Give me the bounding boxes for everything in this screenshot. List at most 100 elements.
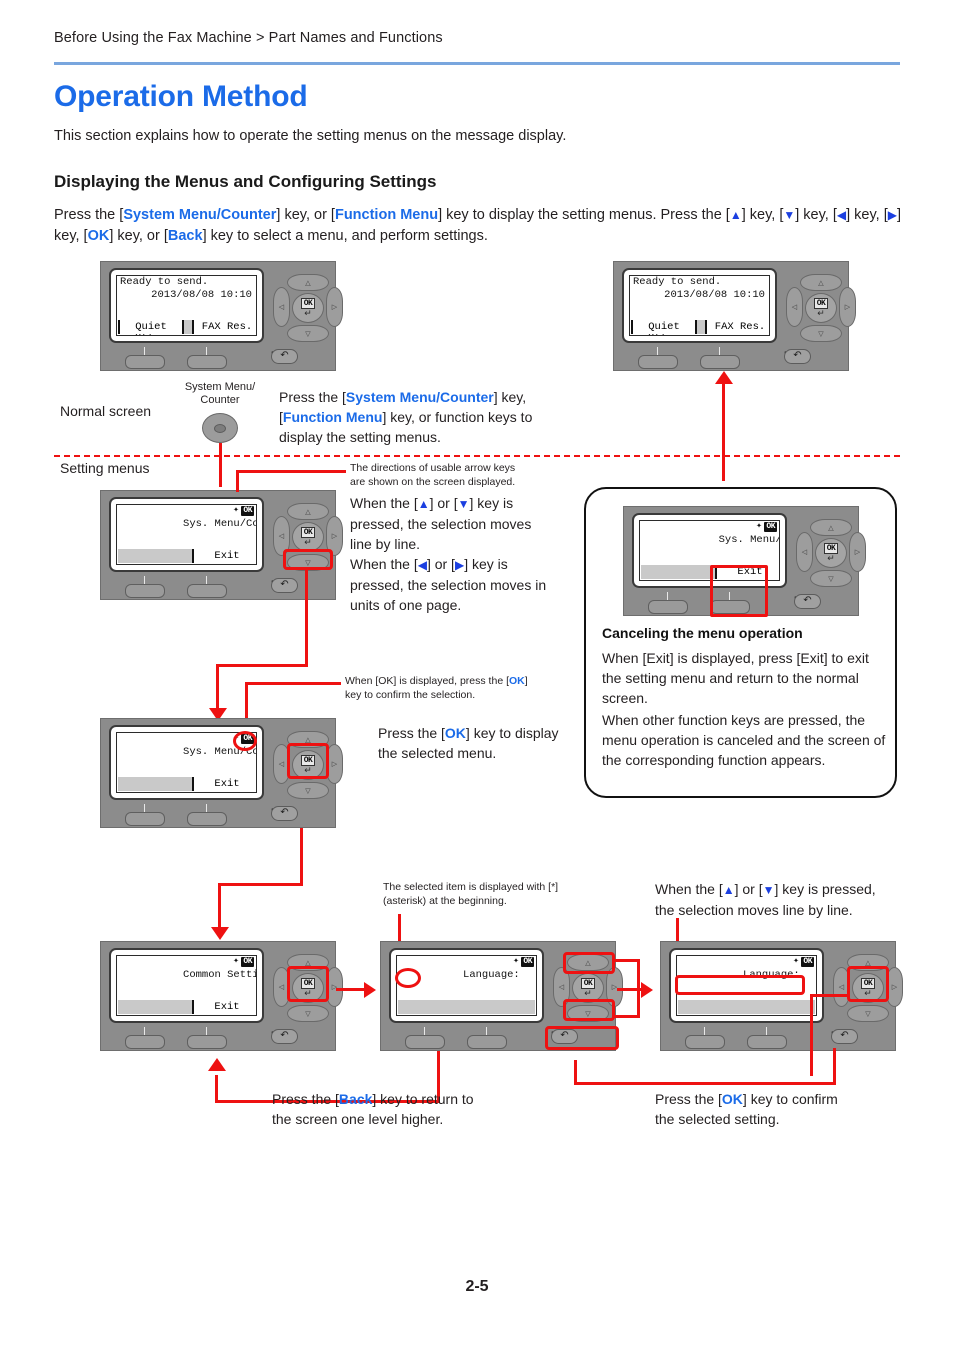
back-key[interactable]: ↶ Back (831, 1028, 858, 1044)
callout-text: ] or [ (734, 881, 763, 897)
back-key[interactable]: ↶ Back (271, 1028, 298, 1044)
callout-ok-displayed: When [OK] is displayed, press the [OK] k… (345, 674, 560, 702)
function-key-2[interactable] (467, 1035, 507, 1049)
function-key-1[interactable] (125, 355, 165, 369)
dpad-down-key[interactable]: ▽ (847, 1005, 889, 1022)
back-key[interactable]: ↶ Back (794, 593, 821, 609)
dpad-right-key[interactable]: ▷ (839, 287, 856, 327)
callout-text: ] key, or function keys to (382, 409, 533, 425)
header-divider (54, 62, 900, 65)
lcd-softkey-right[interactable]: FAX Res. (192, 320, 256, 334)
function-key-2[interactable] (187, 812, 227, 826)
callout-asterisk-note: The selected item is displayed with [*] … (383, 880, 598, 908)
flow-connector-v1 (305, 604, 308, 667)
lcd-softkey-left[interactable]: Quiet (118, 320, 184, 334)
dpad-left-key[interactable]: ◁ (786, 287, 803, 327)
dpad-cluster[interactable]: △ ▽ ◁ ▷ OK ↵ (796, 519, 866, 587)
instruction-paragraph: Press the [System Menu/Counter] key, or … (54, 205, 912, 247)
back-key[interactable]: ↶ Back (271, 805, 298, 821)
function-key-1[interactable] (125, 584, 165, 598)
lcd-softkey-exit[interactable]: Exit (192, 777, 256, 791)
leader-ok-confirm-v (810, 994, 813, 1076)
lcd-content: Ready to send. 2013/08/08 10:10 Off 200x… (116, 275, 257, 336)
dpad-ok-key[interactable]: OK ↵ (292, 293, 324, 323)
lcd-softkey-right[interactable]: FAX Res. (705, 320, 769, 334)
smc-label-line1: System Menu/ (184, 381, 256, 393)
function-key-1[interactable] (685, 1035, 725, 1049)
dpad-down-key[interactable]: ▽ (287, 782, 329, 799)
callout-text: line by line. (350, 536, 421, 552)
function-key-1[interactable] (638, 355, 678, 369)
dpad-up-key[interactable]: △ (287, 503, 329, 520)
function-key-2[interactable] (187, 355, 227, 369)
dpad-left-key[interactable]: ◁ (796, 532, 813, 572)
highlight-ok-badge (233, 731, 257, 751)
callout-text: are shown on the screen displayed. (350, 476, 516, 488)
callout-text: ] key, (493, 389, 527, 405)
callout-leftright-moves: When the [◀] or [▶] key is pressed, the … (350, 554, 575, 615)
dpad-up-key[interactable]: △ (800, 274, 842, 291)
section-divider-dashed (54, 455, 900, 457)
lcd-content: Ready to send. 2013/08/08 10:10 Off 200x… (629, 275, 770, 336)
ok-badge-icon: OK (521, 957, 534, 967)
lcd-softkey-exit[interactable]: Exit (192, 549, 256, 563)
leader-dpad-down-en (614, 1015, 640, 1018)
function-key-1[interactable] (125, 1035, 165, 1049)
key-ok: OK (87, 228, 110, 244)
callout-text: key to confirm the selection. (345, 689, 476, 701)
callout-text: ] (524, 675, 528, 687)
lcd-datetime: 2013/08/08 10:10 (151, 289, 252, 301)
callout-text: display the setting menus. (279, 429, 441, 445)
dpad-left-key[interactable]: ◁ (273, 287, 290, 327)
lcd-softkey-left[interactable]: Quiet (631, 320, 697, 334)
back-key[interactable]: ↶ Back (784, 348, 811, 364)
function-key-2[interactable] (747, 1035, 787, 1049)
callout-text: When the [ (655, 881, 723, 897)
function-key-2[interactable] (700, 355, 740, 369)
back-key[interactable]: ↶ Back (271, 348, 298, 364)
callout-text: ] key to confirm (742, 1091, 838, 1107)
highlight-dpad-up (563, 952, 615, 974)
dpad-cluster[interactable]: △ ▽ ◁ ▷ OK ↵ (786, 274, 856, 342)
dpad-down-key[interactable]: ▽ (810, 570, 852, 587)
flow-arrow-up-head (715, 371, 733, 384)
dpad-down-key[interactable]: ▽ (287, 1005, 329, 1022)
dpad-ok-key[interactable]: OK ↵ (805, 293, 837, 323)
lcd-softkey-exit[interactable]: Exit (192, 1000, 256, 1014)
system-menu-counter-button[interactable] (202, 413, 238, 443)
back-key[interactable]: ↶ Back (271, 577, 298, 593)
highlight-dpad-down (283, 549, 333, 570)
lcd-title-text: Sys. Menu/Count.: (183, 518, 256, 530)
dpad-cluster[interactable]: △ ▽ ◁ ▷ OK ↵ (273, 274, 343, 342)
flow-connector-h2 (218, 883, 303, 886)
leader-dpad-merge (637, 959, 640, 1018)
dpad-right-key[interactable]: ▷ (326, 287, 343, 327)
device-panel-language-deutsch: Language: ✦ OK 01*English 02Deutsch 03Fr… (660, 941, 903, 1051)
highlight-dpad-ok (287, 743, 329, 779)
dpad-ok-key[interactable]: OK ↵ (815, 538, 847, 568)
dpad-right-key[interactable]: ▷ (849, 532, 866, 572)
dpad-up-key[interactable]: △ (810, 519, 852, 536)
function-key-1[interactable] (405, 1035, 445, 1049)
dpad-up-key[interactable]: △ (287, 274, 329, 291)
dpad-down-key[interactable]: ▽ (800, 325, 842, 342)
callout-text: ] key is pressed, (774, 881, 876, 897)
document-page: Before Using the Fax Machine > Part Name… (0, 0, 954, 1350)
function-key-2[interactable] (187, 584, 227, 598)
dpad-down-key[interactable]: ▽ (287, 325, 329, 342)
callout-updown-moves: When the [▲] or [▼] key is pressed, the … (350, 493, 565, 554)
key-function-menu: Function Menu (282, 409, 383, 425)
page-number: 2-5 (465, 1278, 489, 1295)
enter-icon: ↵ (584, 988, 592, 998)
lcd-datetime: 2013/08/08 10:10 (664, 289, 765, 301)
callout-text: the selection moves line by line. (655, 902, 853, 918)
device-panel-ready-top-right: Ready to send. 2013/08/08 10:10 Off 200x… (613, 261, 856, 371)
function-key-2[interactable] (187, 1035, 227, 1049)
function-key-1[interactable] (125, 812, 165, 826)
arrow-left-icon: ◀ (836, 208, 847, 222)
function-key-1[interactable] (648, 600, 688, 614)
label-normal-screen: Normal screen (60, 403, 152, 419)
back-flow-v2 (574, 1060, 577, 1085)
dpad-ok-key[interactable]: OK ↵ (292, 522, 324, 552)
flow-connector-h1 (216, 664, 308, 667)
